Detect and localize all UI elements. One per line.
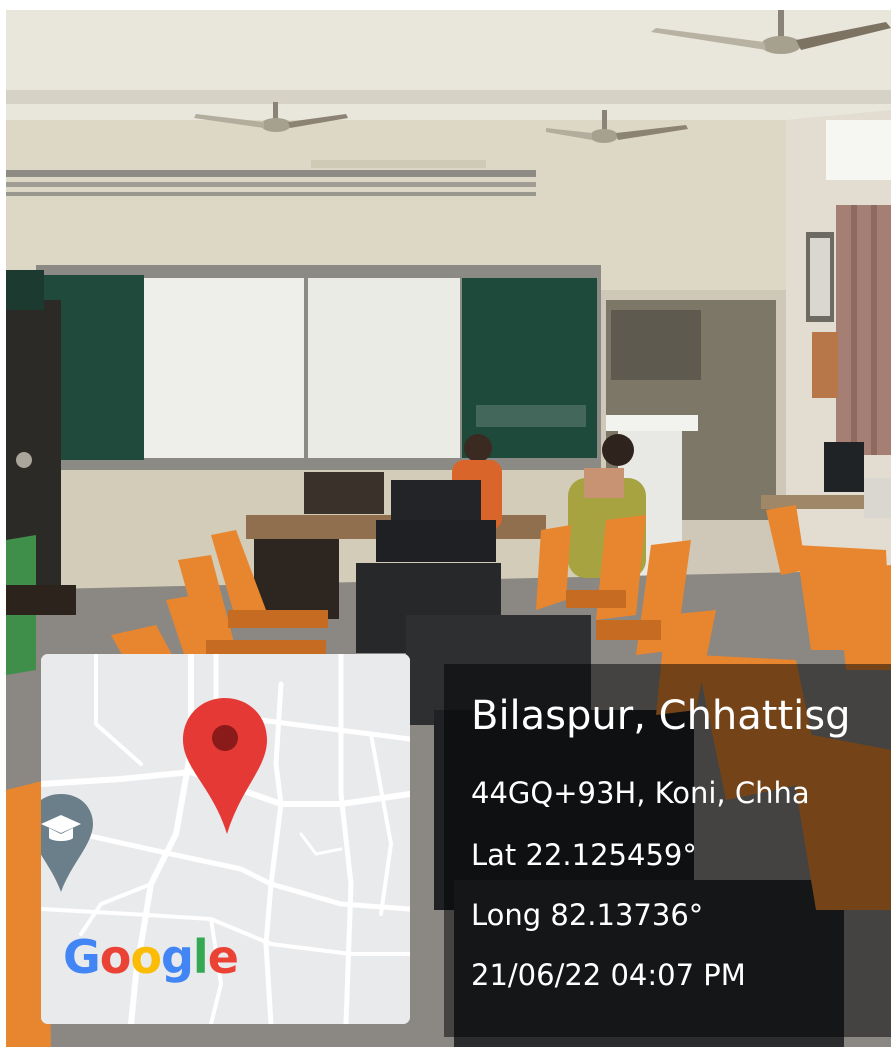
whiteboard-left <box>144 278 304 458</box>
google-logo-letter: o <box>130 930 162 984</box>
chalkboard-right <box>462 278 597 458</box>
podium-top <box>606 415 698 431</box>
conduit-pipe <box>6 170 536 177</box>
google-logo-letter: g <box>160 930 194 984</box>
google-logo-letter: o <box>99 930 132 984</box>
google-logo: Google <box>63 930 239 984</box>
datetime-text: 21/06/22 04:07 PM <box>471 958 746 992</box>
wall-poster <box>812 332 838 398</box>
computer-monitor <box>391 480 481 520</box>
location-title: Bilaspur, Chhattisg <box>471 693 851 739</box>
longitude-text: Long 82.13736° <box>471 898 704 932</box>
map-thumbnail[interactable]: Google <box>41 654 410 1024</box>
window-light <box>826 120 891 180</box>
curtain <box>836 205 891 455</box>
tube-light <box>311 160 486 168</box>
computer-monitor <box>376 520 496 562</box>
address-text: 44GQ+93H, Koni, Chha <box>471 776 810 810</box>
back-wall-upper <box>6 120 806 290</box>
google-logo-letter: l <box>192 930 209 984</box>
latitude-text: Lat 22.125459° <box>471 838 697 872</box>
ceiling <box>6 10 891 130</box>
location-pin-icon[interactable] <box>181 696 269 836</box>
teacher-chair <box>304 472 384 514</box>
location-info-panel: Bilaspur, Chhattisg 44GQ+93H, Koni, Chha… <box>444 664 891 1037</box>
google-logo-letter: e <box>207 930 239 984</box>
right-monitor <box>824 442 864 492</box>
google-logo-letter: G <box>63 930 101 984</box>
ceiling-beam <box>6 90 891 104</box>
graduation-cap-icon[interactable] <box>41 794 93 894</box>
whiteboard-right <box>308 278 460 458</box>
